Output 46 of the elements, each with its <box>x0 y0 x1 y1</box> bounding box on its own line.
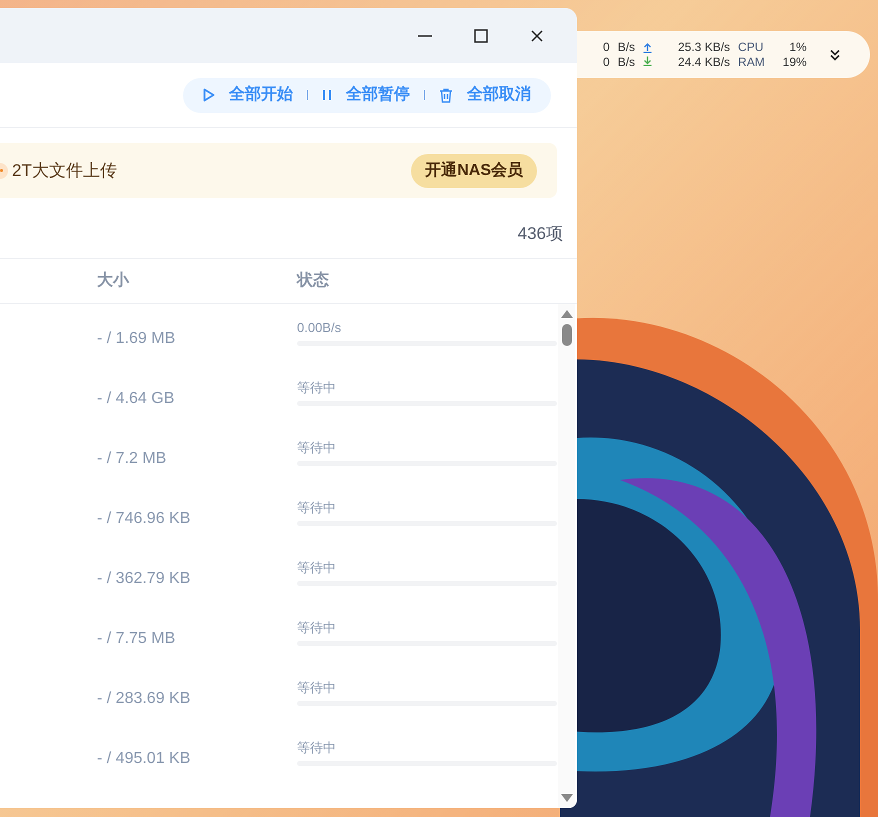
upload-arrow-icon <box>643 43 652 53</box>
size-cell-text: - / 1.69 MB <box>97 329 176 347</box>
status-text: 等待中 <box>297 679 337 695</box>
close-icon <box>531 30 543 42</box>
cpu-value: 1% <box>789 40 807 54</box>
upload-value: 0 <box>603 40 610 54</box>
toolbar-button[interactable]: 全部取消 <box>437 83 533 107</box>
column-header: 大小 <box>97 270 130 291</box>
status-text: 等待中 <box>297 439 337 455</box>
size-cell-text: - / 4.64 GB <box>97 389 176 407</box>
maximize-icon <box>474 28 488 42</box>
ram-value: 19% <box>782 54 807 70</box>
cpu-label: CPU <box>738 40 764 54</box>
trash-icon <box>439 88 453 102</box>
toolbar-button[interactable]: 全部暂停 <box>320 83 412 107</box>
size-cell-text: - / 7.2 MB <box>97 449 168 467</box>
size-cell-text: - / 7.75 MB <box>97 629 176 647</box>
status-text: 0.00B/s <box>297 319 342 335</box>
expand-icon[interactable] <box>828 48 841 60</box>
download-arrow-icon <box>643 56 652 66</box>
membership-button[interactable]: 开通NAS会员 <box>411 154 537 188</box>
minimize-icon <box>418 34 432 36</box>
status-text: 等待中 <box>297 559 337 575</box>
scroll-thumb[interactable] <box>562 324 572 346</box>
status-text: 等待中 <box>297 619 337 635</box>
download-speed: 24.4 KB/s <box>678 54 730 70</box>
status-text: 等待中 <box>297 499 337 515</box>
pause-icon <box>322 89 332 101</box>
column-header: 状态 <box>297 270 329 291</box>
status-text: 等待中 <box>297 739 337 755</box>
item-count: 436项 <box>518 222 563 244</box>
toolbar-button[interactable]: 全部开始 <box>201 83 295 107</box>
size-cell-text: - / 362.79 KB <box>97 569 192 587</box>
size-cell-text: - / 283.69 KB <box>97 689 192 707</box>
upload-unit: B/s <box>618 40 636 54</box>
upload-speed: 25.3 KB/s <box>678 40 730 54</box>
status-text: 等待中 <box>297 379 337 395</box>
size-cell-text: - / 746.96 KB <box>97 509 192 527</box>
download-value: 0 <box>603 54 610 70</box>
play-icon <box>203 88 215 102</box>
promo-text: 2T大文件上传 <box>12 160 117 182</box>
badge-icon <box>0 162 8 178</box>
ram-label: RAM <box>738 54 765 70</box>
scroll-down-icon[interactable] <box>560 794 572 802</box>
download-unit: B/s <box>618 54 636 70</box>
size-cell-text: - / 495.01 KB <box>97 749 192 767</box>
